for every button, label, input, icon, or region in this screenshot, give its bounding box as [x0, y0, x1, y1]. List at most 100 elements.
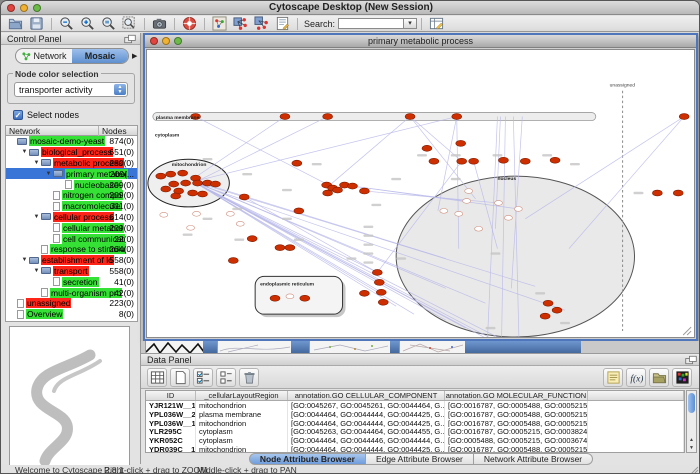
float-panel-icon[interactable]	[685, 355, 697, 365]
save-session-button[interactable]	[26, 16, 47, 31]
table-row[interactable]: YJR121W__1mitochondrion[GO:0045267, GO:0…	[146, 401, 684, 410]
column-header[interactable]: annotation.GO MOLECULAR_FUNCTION	[445, 391, 588, 400]
tree-row[interactable]: nucleobase-209(0)	[6, 179, 137, 190]
zoom-out-button[interactable]	[56, 16, 77, 31]
apply-layout-button[interactable]	[230, 16, 251, 31]
table-row[interactable]: YPL036W__1mitochondrion[GO:0044464, GO:0…	[146, 419, 684, 428]
expand-arrow-icon[interactable]: ▼	[32, 214, 41, 220]
tree-row[interactable]: Overview8(0)	[6, 309, 137, 320]
network-window-title: primary metabolic process	[145, 36, 696, 46]
tree-row[interactable]: secretion41(0)	[6, 276, 137, 287]
select-attributes-button[interactable]	[193, 368, 213, 387]
search-dropdown-button[interactable]: ▾	[404, 18, 417, 29]
table-row[interactable]: YLR295Ccytoplasm[GO:0045263, GO:0044464,…	[146, 427, 684, 436]
attribute-editor-button[interactable]	[426, 16, 447, 31]
background-window-fragment[interactable]	[145, 341, 203, 353]
network-overview-button[interactable]	[209, 16, 230, 31]
background-window-titlebar[interactable]	[465, 341, 581, 353]
tree-row[interactable]: cellular metabol209(0)	[6, 222, 137, 233]
column-header[interactable]: annotation.GO CELLULAR_COMPONENT	[288, 391, 445, 400]
annotate-button[interactable]	[272, 16, 293, 31]
mosaic-button[interactable]	[672, 368, 692, 387]
network-canvas[interactable]: endoplasmic reticulum plasma membrane cy…	[146, 49, 695, 338]
table-cell: [GO:0044464, GO:0044444, GO:0044425, G..…	[288, 419, 445, 428]
unselect-attributes-button[interactable]	[216, 368, 236, 387]
delete-attribute-button[interactable]	[239, 368, 259, 387]
tab-edge-attribute-browser[interactable]: Edge Attribute Browser	[366, 453, 474, 465]
background-window-fragment[interactable]	[309, 341, 390, 353]
table-row[interactable]: YKR052Ccytoplasm[GO:0044464, GO:0044446,…	[146, 436, 684, 445]
table-row[interactable]: YDR039C__1mitochondrion[GO:0044464, GO:0…	[146, 445, 684, 453]
expand-arrow-icon[interactable]: ▼	[44, 171, 53, 177]
attribute-table-button[interactable]	[147, 368, 167, 387]
zoom-fit-button[interactable]	[119, 16, 140, 31]
control-panel-title: Control Panel	[7, 34, 62, 44]
tree-row[interactable]: nitrogen compo209(0)	[6, 190, 137, 201]
network-window-titlebar[interactable]: primary metabolic process	[145, 35, 696, 48]
expand-arrow-icon[interactable]: ▼	[20, 257, 29, 263]
background-window-titlebar[interactable]	[390, 341, 399, 353]
resize-grip-icon[interactable]	[690, 466, 699, 474]
background-windows-strip	[141, 341, 700, 353]
help-button[interactable]	[179, 16, 200, 31]
tab-overflow-arrow[interactable]: ▶	[132, 52, 137, 60]
tree-row[interactable]: unassigned223(0)	[6, 298, 137, 309]
tree-row-node-count: 209(0)	[109, 190, 134, 201]
notes-icon	[606, 370, 621, 385]
import-attributes-icon	[652, 370, 667, 385]
new-attribute-button[interactable]	[170, 368, 190, 387]
apply-vizmap-button[interactable]	[251, 16, 272, 31]
expand-arrow-icon[interactable]: ▼	[32, 268, 41, 274]
zoom-in-button[interactable]	[77, 16, 98, 31]
folder-icon	[29, 257, 39, 264]
birds-eye-view[interactable]	[9, 326, 130, 474]
tree-row[interactable]: ▼metabolic process280(0)	[6, 158, 137, 169]
tree-row[interactable]: multi-organism pro42(0)	[6, 287, 137, 298]
tree-row[interactable]: response to stimulu264(0)	[6, 244, 137, 255]
function-builder-button[interactable]: f(x)	[626, 368, 646, 387]
folder-icon	[41, 159, 51, 166]
tree-row[interactable]: ▼establishment of lo558(0)	[6, 255, 137, 266]
tree-row[interactable]: ▼biological_process651(0)	[6, 147, 137, 158]
expand-arrow-icon[interactable]: ▼	[32, 160, 41, 166]
scrollbar-thumb[interactable]	[688, 393, 695, 413]
expand-arrow-icon[interactable]: ▼	[20, 149, 29, 155]
tree-row[interactable]: cell communicat22(0)	[6, 233, 137, 244]
tab-mosaic[interactable]: Mosaic	[72, 49, 128, 63]
tree-row[interactable]: mosaic-demo-yeast874(0)	[6, 136, 137, 147]
tree-row[interactable]: ▼primary metabol209(...	[6, 168, 137, 179]
attribute-table[interactable]: ID_cellularLayoutRegionannotation.GO CEL…	[145, 390, 685, 453]
column-header[interactable]: ID	[146, 391, 196, 400]
tree-row-node-count: 209(...	[110, 168, 134, 179]
background-window-fragment[interactable]	[217, 341, 291, 353]
import-attributes-button[interactable]	[649, 368, 669, 387]
scroll-up-arrow[interactable]: ▲	[687, 436, 696, 444]
float-panel-icon[interactable]	[124, 34, 136, 44]
tab-network-attribute-browser[interactable]: Network Attribute Browser	[474, 453, 593, 465]
tree-row[interactable]: ▼cellular process614(0)	[6, 212, 137, 223]
open-network-button[interactable]	[5, 16, 26, 31]
tree-row-node-count: 223(0)	[109, 298, 134, 309]
search-input[interactable]	[338, 18, 404, 29]
tab-node-attribute-browser[interactable]: Node Attribute Browser	[249, 453, 366, 465]
tree-row[interactable]: macromolecule311(0)	[6, 201, 137, 212]
zoom-selected-button[interactable]	[98, 16, 119, 31]
network-view-window[interactable]: primary metabolic process endoplasmic re…	[143, 33, 698, 341]
column-header[interactable]: _cellularLayoutRegion	[196, 391, 288, 400]
table-row[interactable]: YPL036W__2plasma membrane[GO:0044464, GO…	[146, 410, 684, 419]
background-window-fragment[interactable]	[399, 341, 465, 353]
background-window-titlebar[interactable]	[203, 341, 217, 353]
tab-network[interactable]: Network	[16, 49, 72, 63]
tree-row-node-count: 311(0)	[110, 201, 134, 212]
select-nodes-checkbox[interactable]: ✓	[13, 110, 23, 120]
notes-button[interactable]	[603, 368, 623, 387]
tree-row[interactable]: ▼transport558(0)	[6, 266, 137, 277]
snapshot-button[interactable]	[149, 16, 170, 31]
scroll-down-arrow[interactable]: ▼	[687, 444, 696, 452]
control-panel: Control Panel Network Mosaic ▶ Node colo…	[1, 33, 141, 464]
background-window-titlebar[interactable]	[291, 341, 309, 353]
table-cell: cytoplasm	[196, 427, 288, 436]
unselect-attributes-icon	[219, 370, 234, 385]
table-scrollbar[interactable]: ▲ ▼	[686, 390, 697, 453]
node-color-attribute-select[interactable]: transporter activity ▲▼	[14, 82, 128, 97]
